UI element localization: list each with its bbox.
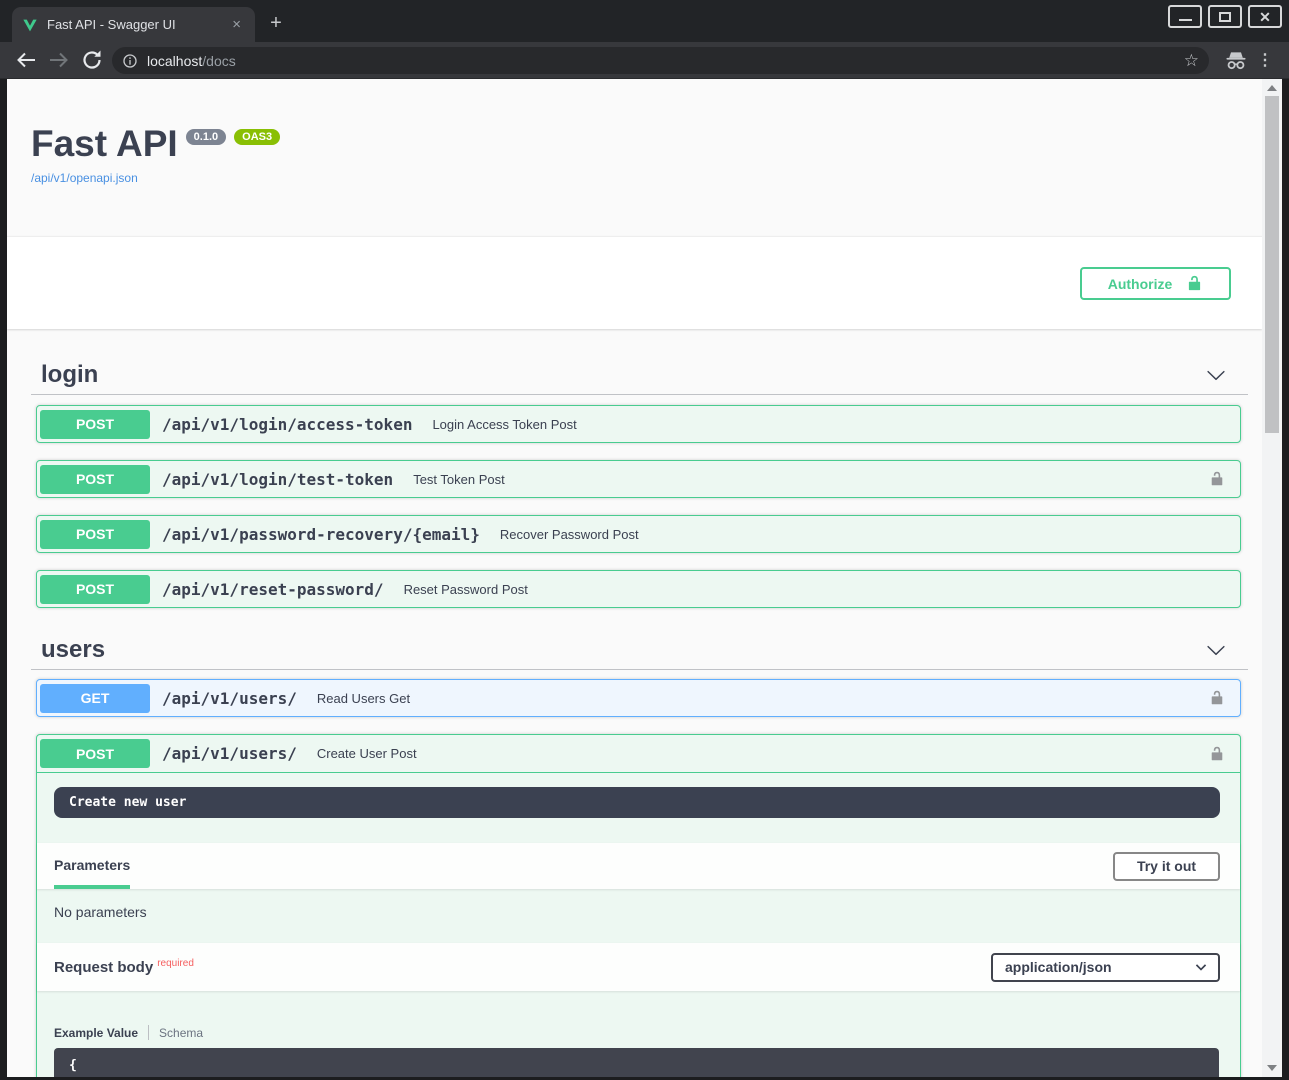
method-badge: GET [40,684,150,713]
content-type-value: application/json [1005,959,1112,975]
operation-summary: Reset Password Post [404,582,528,597]
authorize-button[interactable]: Authorize [1080,267,1231,300]
auth-lock-icon[interactable] [1209,745,1225,763]
scroll-up-arrow[interactable] [1267,85,1277,91]
method-badge: POST [40,739,150,768]
auth-lock-icon[interactable] [1209,470,1225,488]
url-text[interactable]: localhost/docs [147,53,236,69]
operation-summary: Login Access Token Post [432,417,576,432]
maximize-icon [1219,12,1231,22]
reload-button[interactable] [80,48,104,72]
back-button[interactable] [14,48,38,72]
operation-path: /api/v1/login/access-token [162,415,412,434]
scheme-container: Authorize [7,236,1262,329]
chevron-down-icon[interactable] [1206,365,1226,385]
method-badge: POST [40,410,150,439]
address-bar[interactable]: localhost/docs ☆ [112,47,1209,74]
close-window-button[interactable]: ✕ [1248,5,1282,28]
code-line: { [69,1058,77,1073]
tag-header-login[interactable]: login [31,355,1248,395]
chevron-down-icon [1194,960,1208,974]
browser-tab[interactable]: Fast API - Swagger UI × [12,7,255,42]
request-body-label: Request bodyrequired [54,958,194,976]
minimize-icon [1179,19,1192,21]
operation-path: /api/v1/users/ [162,689,297,708]
tab-close-icon[interactable]: × [228,15,245,34]
swagger-page: Fast API 0.1.0 OAS3 /api/v1/openapi.json… [7,79,1262,1077]
chevron-down-icon[interactable] [1206,640,1226,660]
no-parameters-text: No parameters [54,904,1240,920]
operation-row[interactable]: POST /api/v1/login/access-token Login Ac… [36,405,1241,443]
operation-path: /api/v1/users/ [162,744,297,763]
new-tab-button[interactable]: + [263,11,289,37]
auth-lock-icon[interactable] [1209,689,1225,707]
bookmark-star-icon[interactable]: ☆ [1184,51,1199,71]
incognito-icon [1225,51,1247,71]
operation-path: /api/v1/password-recovery/{email} [162,525,480,544]
browser-toolbar: localhost/docs ☆ ⋮ [0,42,1289,79]
expanded-operation: POST /api/v1/users/ Create User Post Cre… [36,734,1241,1077]
maximize-button[interactable] [1208,5,1242,28]
site-info-icon[interactable] [122,53,138,69]
fastapi-favicon-icon [22,17,38,33]
operation-row[interactable]: POST /api/v1/login/test-token Test Token… [36,460,1241,498]
unlocked-padlock-icon [1186,274,1203,293]
tag-header-users[interactable]: users [31,630,1248,670]
tab-divider [148,1025,149,1040]
scroll-down-arrow[interactable] [1267,1065,1277,1071]
operation-row[interactable]: POST /api/v1/reset-password/ Reset Passw… [36,570,1241,608]
forward-button[interactable] [47,48,71,72]
operation-summary: Create User Post [317,746,417,761]
model-example-tabs: Example Value Schema [54,1025,1240,1040]
tag-name-users: users [41,636,105,664]
url-path: /docs [202,53,235,69]
minimize-button[interactable] [1168,5,1202,28]
required-label: required [157,958,194,969]
close-icon: ✕ [1259,10,1271,24]
openapi-spec-link[interactable]: /api/v1/openapi.json [31,171,138,185]
tab-schema[interactable]: Schema [159,1026,203,1040]
operation-row[interactable]: GET /api/v1/users/ Read Users Get [36,679,1241,717]
operation-summary: Read Users Get [317,691,410,706]
parameters-header: Parameters Try it out [37,843,1240,889]
operation-summary: Test Token Post [413,472,505,487]
tab-strip: Fast API - Swagger UI × + ✕ [0,0,1289,42]
version-badge: 0.1.0 [186,129,226,145]
operation-description: Create new user [54,787,1220,818]
window-controls: ✕ [1168,5,1282,28]
page-title: Fast API [31,125,178,162]
scrollbar-thumb[interactable] [1265,96,1279,433]
authorize-label: Authorize [1108,276,1173,292]
oas3-badge: OAS3 [234,129,280,145]
vertical-scrollbar[interactable] [1262,79,1282,1077]
tab-title: Fast API - Swagger UI [47,17,219,32]
operation-summary: Recover Password Post [500,527,639,542]
content-type-select[interactable]: application/json [991,953,1220,982]
tab-parameters[interactable]: Parameters [54,843,130,889]
method-badge: POST [40,575,150,604]
method-badge: POST [40,520,150,549]
operation-row[interactable]: POST /api/v1/password-recovery/{email} R… [36,515,1241,553]
operation-row[interactable]: POST /api/v1/users/ Create User Post [37,735,1240,773]
request-body-header: Request bodyrequired application/json [37,943,1240,991]
method-badge: POST [40,465,150,494]
operation-path: /api/v1/reset-password/ [162,580,384,599]
tag-name-login: login [41,361,98,389]
browser-menu-icon[interactable]: ⋮ [1257,50,1273,71]
example-code-block[interactable]: { [54,1048,1219,1077]
operation-path: /api/v1/login/test-token [162,470,393,489]
try-it-out-button[interactable]: Try it out [1113,852,1220,881]
tab-example-value[interactable]: Example Value [54,1026,138,1040]
url-host: localhost [147,53,202,69]
